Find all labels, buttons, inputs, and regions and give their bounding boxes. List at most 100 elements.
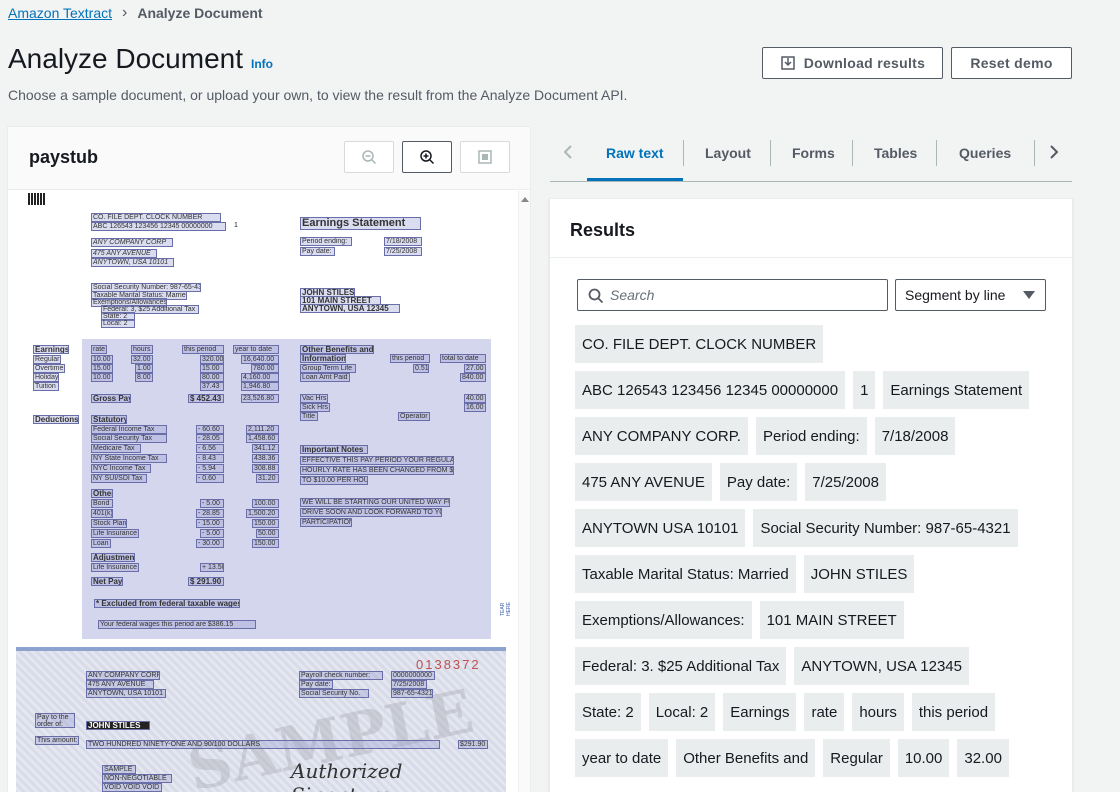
document-name: paystub xyxy=(29,147,99,167)
tab-forms[interactable]: Forms xyxy=(792,145,835,161)
raw-text-chip[interactable]: 7/18/2008 xyxy=(874,417,956,455)
check-signature: Authorized Signature xyxy=(291,759,403,792)
zoom-out-button[interactable] xyxy=(344,141,394,173)
stub-stat-2-ytd: 1,458.60 xyxy=(246,434,279,443)
raw-text-chip[interactable]: 32.00 xyxy=(957,739,1009,777)
tab-queries[interactable]: Queries xyxy=(959,145,1011,161)
chip-row: Taxable Marital Status: Married JOHN STIL… xyxy=(575,555,1055,593)
stub-note-5: DRIVE SOON AND LOOK FORWARD TO YOUR xyxy=(300,508,442,517)
raw-text-chip[interactable]: hours xyxy=(852,693,904,731)
raw-text-chip[interactable]: CO. FILE DEPT. CLOCK NUMBER xyxy=(575,325,824,363)
raw-text-chip[interactable]: 7/25/2008 xyxy=(805,463,886,501)
tab-divider xyxy=(852,140,853,166)
chip-row: year to date Other Benefits and Regular 10.… xyxy=(575,739,1055,777)
stub-stat-5: NYC Income Tax xyxy=(91,464,151,473)
caret-down-icon xyxy=(1023,291,1035,299)
tabs-scroll-right-button[interactable] xyxy=(1044,142,1064,162)
raw-text-chip[interactable]: rate xyxy=(804,693,845,731)
stub-pay-value: 7/25/2008 xyxy=(384,247,422,256)
raw-text-chip[interactable]: Earnings Statement xyxy=(883,371,1030,409)
chip-row: 475 ANY AVENUE Pay date: 7/25/2008 xyxy=(575,463,1055,501)
raw-text-chip[interactable]: Social Security Number: 987-65-4321 xyxy=(753,509,1018,547)
document-scrollbar[interactable] xyxy=(518,191,530,792)
tab-tables[interactable]: Tables xyxy=(874,145,917,161)
raw-text-chip[interactable]: ANYTOWN, USA 12345 xyxy=(794,647,969,685)
tab-raw-text[interactable]: Raw text xyxy=(606,145,664,161)
check-amount: $291.90 xyxy=(458,740,488,749)
info-link[interactable]: Info xyxy=(251,57,273,71)
raw-text-chip[interactable]: year to date xyxy=(575,739,669,777)
raw-text-chip[interactable]: Period ending: xyxy=(755,417,867,455)
zoom-out-icon xyxy=(362,150,377,165)
download-results-button[interactable]: Download results xyxy=(762,47,943,79)
raw-text-chip[interactable]: State: 2 xyxy=(575,693,641,731)
raw-text-chip[interactable]: Federal: 3. $25 Additional Tax xyxy=(575,647,787,685)
fit-page-button[interactable] xyxy=(460,141,510,173)
raw-text-chip[interactable]: Other Benefits and xyxy=(676,739,816,777)
stub-stat-5-ytd: 308.88 xyxy=(252,464,279,473)
stub-earnings-label: Earnings xyxy=(33,345,69,354)
stub-statutory: Statutory xyxy=(91,415,127,424)
raw-text-chip[interactable]: 1 xyxy=(853,371,876,409)
stub-company-3: ANYTOWN, USA 10101 xyxy=(91,258,174,267)
raw-text-chip[interactable]: ANY COMPANY CORP. xyxy=(575,417,748,455)
results-search[interactable] xyxy=(577,279,888,311)
check-pay-date-value: 7/25/2008 xyxy=(391,680,427,689)
stub-stat-2: Social Security Tax xyxy=(91,434,167,443)
stub-other-benefits: Other Benefits and xyxy=(300,345,374,354)
results-title: Results xyxy=(570,220,636,240)
stub-stat-3-ytd: 341.12 xyxy=(252,444,279,453)
stub-earn-tui-period: 37.43 xyxy=(200,382,224,391)
search-input[interactable] xyxy=(610,285,880,305)
stub-earn-hol-period: 80.00 xyxy=(200,373,224,382)
stub-ob-2-tot: 840.00 xyxy=(460,373,486,382)
stub-pay-label: Pay date: xyxy=(300,247,335,256)
raw-text-chip[interactable]: ABC 126543 123456 12345 00000000 xyxy=(575,371,846,409)
raw-text-chip[interactable]: 101 MAIN STREET xyxy=(759,601,904,639)
chip-row: State: 2 Local: 2 Earnings rate hours this pe… xyxy=(575,693,1055,731)
check-sample-3: VOID VOID VOID xyxy=(102,783,162,792)
document-image[interactable]: CO. FILE DEPT. CLOCK NUMBER ABC 126543 1… xyxy=(8,191,520,792)
stub-stat-3-amt: - 6.56 xyxy=(196,444,224,453)
check-ssn-value: 987-65-4321 xyxy=(391,689,433,698)
stub-gross-label: Gross Pay xyxy=(91,394,131,403)
stub-ob-1-val: 0.51 xyxy=(413,364,429,373)
raw-text-chip[interactable]: this period xyxy=(911,693,996,731)
chevron-right-icon: › xyxy=(122,4,128,21)
raw-text-chip[interactable]: Taxable Marital Status: Married xyxy=(575,555,796,593)
zoom-in-button[interactable] xyxy=(402,141,452,173)
stub-company-2: 475 ANY AVENUE xyxy=(91,249,157,258)
raw-text-chip[interactable]: Local: 2 xyxy=(648,693,716,731)
raw-text-chip[interactable]: Earnings xyxy=(723,693,797,731)
raw-text-chip[interactable]: Pay date: xyxy=(719,463,798,501)
stub-ytd-hdr: year to date xyxy=(233,345,279,354)
stub-ob-3-tot: 40.00 xyxy=(464,394,486,403)
stub-period-label: Period ending: xyxy=(300,237,352,246)
raw-text-chip[interactable]: Regular xyxy=(823,739,890,777)
stub-notes-title: Important Notes xyxy=(300,445,368,454)
breadcrumb-current: Analyze Document xyxy=(137,5,263,21)
reset-demo-button[interactable]: Reset demo xyxy=(951,47,1072,79)
stub-earn-ot-rate: 15.00 xyxy=(91,364,113,373)
stub-other-3-ytd: 150.00 xyxy=(252,519,279,528)
raw-text-chip[interactable]: ANYTOWN USA 10101 xyxy=(575,509,746,547)
tabs-scroll-left-button[interactable] xyxy=(558,142,578,162)
tab-layout[interactable]: Layout xyxy=(705,145,751,161)
stub-other-1-ytd: 100.00 xyxy=(252,499,279,508)
breadcrumb-link-textract[interactable]: Amazon Textract xyxy=(8,5,112,21)
scroll-up-icon[interactable] xyxy=(521,197,529,202)
raw-text-chip[interactable]: 10.00 xyxy=(897,739,950,777)
check-company-2: 475 ANY AVENUE xyxy=(86,680,154,689)
raw-text-chip[interactable]: 475 ANY AVENUE xyxy=(575,463,712,501)
stub-stat-2-amt: - 28.05 xyxy=(196,434,224,443)
tab-divider xyxy=(683,140,684,166)
chip-row: Exemptions/Allowances: 101 MAIN STREET xyxy=(575,601,1055,639)
stub-fed-wages: Your federal wages this period are $386.… xyxy=(98,620,256,629)
raw-text-chip[interactable]: Exemptions/Allowances: xyxy=(575,601,752,639)
segment-select[interactable]: Segment by line xyxy=(895,279,1046,311)
stub-stat-1: Federal Income Tax xyxy=(91,425,167,434)
check-amount-words: TWO HUNDRED NINETY-ONE AND 90/100 DOLLAR… xyxy=(86,740,440,749)
stub-earn-ot-ytd: 780.00 xyxy=(251,364,279,373)
check-payee: JOHN STILES xyxy=(86,721,150,730)
raw-text-chip[interactable]: JOHN STILES xyxy=(803,555,915,593)
